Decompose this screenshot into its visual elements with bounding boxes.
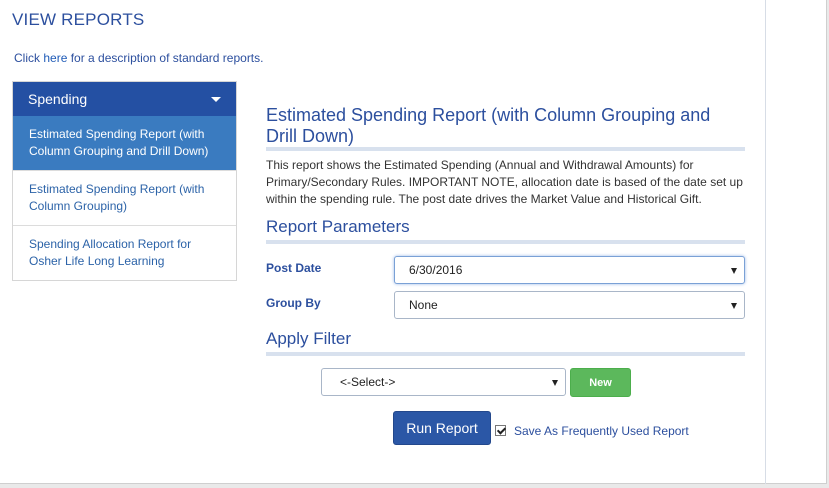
- run-report-button[interactable]: Run Report: [393, 411, 491, 445]
- save-frequent-label[interactable]: Save As Frequently Used Report: [514, 424, 689, 438]
- post-date-label: Post Date: [266, 261, 322, 275]
- save-frequent-checkbox[interactable]: [495, 425, 506, 436]
- parameters-heading: Report Parameters: [266, 217, 410, 236]
- sidebar-item-estimated-spending-drill-down[interactable]: Estimated Spending Report (with Column G…: [13, 116, 236, 170]
- caret-down-icon: [211, 97, 221, 102]
- post-date-select[interactable]: 6/30/2016: [394, 256, 745, 284]
- report-description: This report shows the Estimated Spending…: [266, 158, 743, 206]
- filter-select[interactable]: <-Select->: [321, 368, 566, 396]
- filter-divider: [266, 352, 745, 356]
- click-suffix: for a description of standard reports.: [67, 51, 264, 65]
- sidebar-item-estimated-spending-column-grouping[interactable]: Estimated Spending Report (with Column G…: [13, 170, 236, 225]
- report-category-sidebar: Spending Estimated Spending Report (with…: [12, 81, 237, 281]
- page: VIEW REPORTS Click here for a descriptio…: [0, 0, 827, 484]
- category-label: Spending: [28, 91, 88, 107]
- parameters-divider: [266, 240, 745, 244]
- apply-filter-heading: Apply Filter: [266, 329, 352, 348]
- description-here-link[interactable]: here: [43, 51, 67, 65]
- new-filter-button[interactable]: New: [570, 368, 631, 397]
- post-date-value: 6/30/2016: [409, 263, 463, 277]
- description-link-line: Click here for a description of standard…: [14, 51, 263, 65]
- dropdown-arrow-icon: [552, 380, 558, 386]
- dropdown-arrow-icon: [731, 303, 737, 309]
- report-title: Estimated Spending Report (with Column G…: [266, 105, 711, 146]
- group-by-value: None: [409, 298, 438, 312]
- group-by-label: Group By: [266, 296, 321, 310]
- category-dropdown-spending[interactable]: Spending: [13, 82, 236, 116]
- sidebar-item-spending-allocation-osher[interactable]: Spending Allocation Report for Osher Lif…: [13, 225, 236, 280]
- dropdown-arrow-icon: [731, 268, 737, 274]
- group-by-select[interactable]: None: [394, 291, 745, 319]
- title-divider: [266, 147, 745, 151]
- right-divider: [765, 0, 766, 484]
- click-prefix: Click: [14, 51, 44, 65]
- filter-select-value: <-Select->: [340, 375, 396, 389]
- page-title: VIEW REPORTS: [12, 10, 145, 29]
